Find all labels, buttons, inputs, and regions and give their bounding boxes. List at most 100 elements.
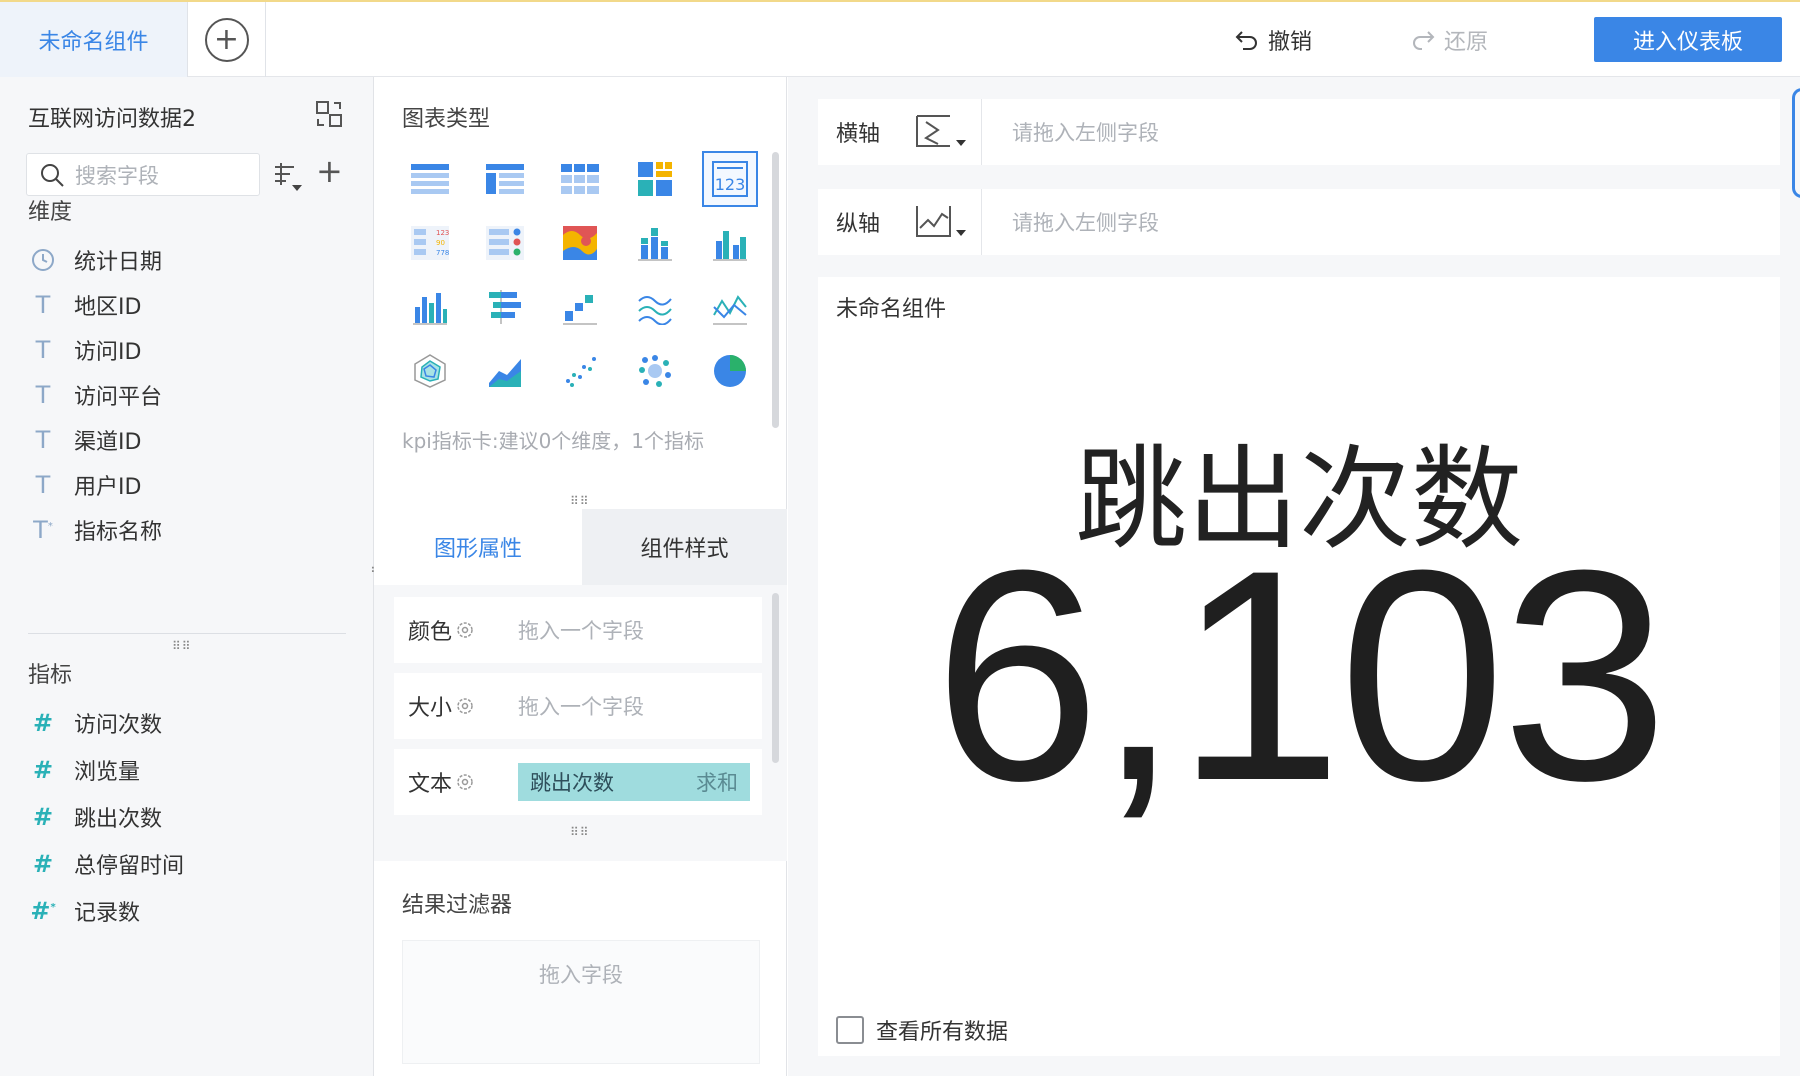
number-type-icon: # <box>32 756 54 784</box>
text-property-row[interactable]: 文本 跳出次数 求和 <box>394 749 762 815</box>
scatter-chart-icon[interactable] <box>552 343 608 399</box>
text-type-icon: T <box>35 426 51 454</box>
clock-icon <box>32 249 54 271</box>
cross-table-chart-icon[interactable] <box>552 151 608 207</box>
bar-chart-icon[interactable] <box>402 279 458 335</box>
svg-text:778: 778 <box>436 249 449 257</box>
tab-label: 未命名组件 <box>38 29 149 55</box>
x-axis-type-selector[interactable] <box>902 99 982 165</box>
sort-filter-icon[interactable] <box>272 161 304 193</box>
horizontal-bar-chart-icon[interactable] <box>477 279 533 335</box>
resize-handle-icon[interactable]: ⠿⠿ <box>570 494 590 508</box>
dimension-item[interactable]: T 地区ID <box>30 289 142 321</box>
side-drawer-handle[interactable] <box>1792 88 1800 198</box>
component-canvas: 未命名组件 跳出次数 6,103 查看所有数据 <box>818 277 1780 1056</box>
tab-component-style[interactable]: 组件样式 <box>582 509 787 585</box>
text-type-icon: T <box>35 381 51 409</box>
search-placeholder: 搜索字段 <box>75 163 159 188</box>
area-chart-icon[interactable] <box>477 343 533 399</box>
text-type-icon: T <box>35 336 51 364</box>
tab-graph-properties[interactable]: 图形属性 <box>374 509 582 585</box>
measure-item[interactable]: # 浏览量 <box>30 754 140 786</box>
size-property-label: 大小 <box>408 690 518 722</box>
properties-scrollbar[interactable] <box>772 593 779 763</box>
measure-item[interactable]: # 总停留时间 <box>30 848 184 880</box>
view-all-data-toggle[interactable]: 查看所有数据 <box>836 1014 1008 1046</box>
pill-aggregation[interactable]: 求和 <box>696 767 738 797</box>
field-search-input[interactable]: 搜索字段 <box>26 153 260 196</box>
text-type-icon: T <box>35 291 51 319</box>
switch-dataset-icon[interactable] <box>314 99 344 129</box>
redo-button[interactable]: 还原 <box>1410 24 1488 56</box>
resize-handle-icon[interactable]: ⠿⠿ <box>570 825 590 839</box>
pie-chart-icon[interactable] <box>702 343 758 399</box>
gear-icon[interactable] <box>456 697 474 715</box>
dimension-item[interactable]: T 渠道ID <box>30 424 142 456</box>
number-type-icon: # <box>32 850 54 878</box>
gear-icon[interactable] <box>456 773 474 791</box>
y-axis-drop-placeholder[interactable]: 请拖入左侧字段 <box>982 207 1159 237</box>
dimension-item[interactable]: T 访问平台 <box>30 379 162 411</box>
field-label: 访问ID <box>74 340 142 365</box>
area-line-chart-icon[interactable] <box>627 279 683 335</box>
field-label: 统计日期 <box>74 250 163 275</box>
number-calc-icon: #* <box>30 897 56 925</box>
dimension-item[interactable]: T* 指标名称 <box>30 514 162 546</box>
dimension-item[interactable]: T 用户ID <box>30 469 142 501</box>
stacked-bar-chart-icon[interactable] <box>627 215 683 271</box>
grouped-bar-chart-icon[interactable] <box>702 215 758 271</box>
kpi-card-chart-icon[interactable]: 123 <box>702 151 758 207</box>
x-axis-chart-icon <box>915 115 966 147</box>
text-calc-icon: T* <box>33 516 53 544</box>
chart-type-scrollbar[interactable] <box>772 152 779 428</box>
measure-item[interactable]: # 访问次数 <box>30 707 162 739</box>
line-chart-icon[interactable] <box>702 279 758 335</box>
size-drop-placeholder: 拖入一个字段 <box>518 695 644 719</box>
pill-field-name: 跳出次数 <box>530 771 614 795</box>
enter-dashboard-button[interactable]: 进入仪表板 <box>1594 17 1782 62</box>
heatmap-chart-icon[interactable] <box>552 215 608 271</box>
kpi-value: 6,103 <box>933 507 1669 843</box>
color-property-row[interactable]: 颜色 拖入一个字段 <box>394 597 762 663</box>
size-property-row[interactable]: 大小 拖入一个字段 <box>394 673 762 739</box>
chart-type-title: 图表类型 <box>402 107 491 132</box>
y-axis-type-selector[interactable] <box>902 189 982 255</box>
result-filter-dropzone[interactable]: 拖入字段 <box>402 940 760 1064</box>
dimension-title: 维度 <box>28 200 73 225</box>
filter-placeholder: 拖入字段 <box>539 963 623 987</box>
waterfall-chart-icon[interactable] <box>552 279 608 335</box>
measure-item[interactable]: # 跳出次数 <box>30 801 162 833</box>
x-axis-drop-placeholder[interactable]: 请拖入左侧字段 <box>982 117 1159 147</box>
tab-unnamed-component[interactable]: 未命名组件 <box>0 2 188 77</box>
top-bar: 未命名组件 + 撤销 还原 进入仪表板 <box>0 0 1800 77</box>
table-chart-icon[interactable] <box>402 151 458 207</box>
add-tab-button[interactable]: + <box>188 2 266 77</box>
enter-dashboard-label: 进入仪表板 <box>1632 29 1743 55</box>
bubble-chart-icon[interactable] <box>627 343 683 399</box>
tab-graph-label: 图形属性 <box>433 537 522 562</box>
add-field-icon[interactable]: + <box>316 155 343 187</box>
radar-chart-icon[interactable] <box>402 343 458 399</box>
number-type-icon: # <box>32 709 54 737</box>
text-property-label: 文本 <box>408 766 518 798</box>
undo-button[interactable]: 撤销 <box>1234 24 1312 56</box>
status-list-chart-icon[interactable] <box>477 215 533 271</box>
group-table-chart-icon[interactable] <box>477 151 533 207</box>
gear-icon[interactable] <box>456 621 474 639</box>
measure-item[interactable]: #* 记录数 <box>30 895 140 927</box>
component-title[interactable]: 未命名组件 <box>836 291 946 323</box>
field-label: 渠道ID <box>74 430 142 455</box>
plus-circle-icon: + <box>204 17 249 62</box>
text-field-pill[interactable]: 跳出次数 求和 <box>518 763 750 801</box>
view-all-checkbox[interactable] <box>836 1016 864 1044</box>
panel-divider <box>28 633 346 634</box>
y-axis-chart-icon <box>915 206 966 237</box>
dataset-name: 互联网访问数据2 <box>28 107 196 132</box>
detail-text-chart-icon[interactable]: 123 90 778 <box>402 215 458 271</box>
resize-handle-icon[interactable]: ⠿⠿ <box>172 639 192 653</box>
dimension-item[interactable]: 统计日期 <box>30 244 162 276</box>
dimension-item[interactable]: T 访问ID <box>30 334 142 366</box>
field-panel: 互联网访问数据2 搜索字段 + 维度 统计日期 T 地区ID T 访问ID T … <box>0 77 374 1076</box>
field-label: 记录数 <box>74 901 141 926</box>
treemap-chart-icon[interactable] <box>627 151 683 207</box>
